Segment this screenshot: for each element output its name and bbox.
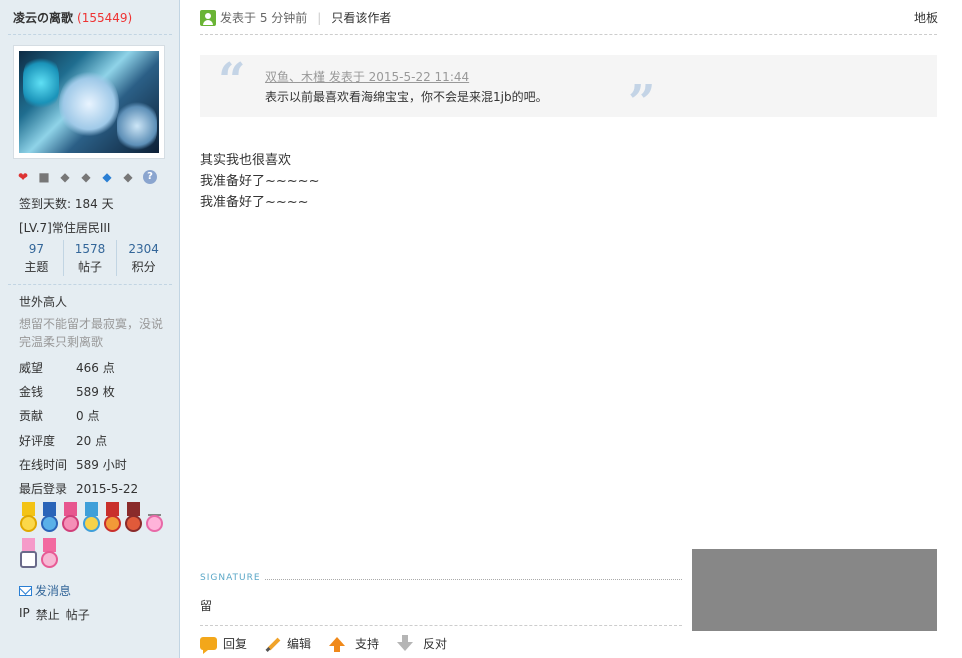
sidebar-divider — [8, 34, 172, 35]
content-line: 我准备好了~~~~~ — [200, 174, 320, 189]
online-user-icon — [200, 9, 216, 26]
medal-icon[interactable] — [145, 502, 164, 536]
medal-icon[interactable] — [61, 502, 80, 536]
user-level[interactable]: [LV.7]常住居民III — [19, 219, 110, 236]
user-info-table: 威望 466 点 金钱 589 枚 贡献 0 点 好评度 20 点 在线时间 589 小时… — [19, 355, 138, 501]
info-row: 好评度 20 点 — [19, 433, 108, 448]
post-time: 发表于 5 分钟前 — [220, 11, 308, 25]
signature-label: SIGNATURE — [200, 573, 261, 583]
stat-threads[interactable]: 97 主题 — [10, 240, 64, 276]
blue-badge-icon[interactable]: ◆ — [99, 170, 115, 184]
mail-icon — [19, 585, 32, 596]
medal-icon[interactable] — [40, 538, 59, 572]
pencil-icon — [265, 636, 281, 652]
edit-button[interactable]: 编辑 — [265, 635, 311, 652]
arrow-down-icon — [397, 635, 414, 651]
arrow-up-icon — [329, 636, 346, 652]
avatar-frame[interactable] — [13, 45, 165, 159]
send-message-link[interactable]: 发消息 — [19, 582, 71, 599]
content-line: 其实我也很喜欢 — [200, 153, 292, 168]
post-actions: 回复 编辑 支持 反对 — [200, 635, 465, 654]
diamond-badge-icon[interactable]: ◆ — [57, 170, 73, 184]
quote-text: 表示以前最喜欢看海绵宝宝，你不会是来混1jb的吧。 — [265, 90, 548, 104]
oppose-button[interactable]: 反对 — [397, 635, 447, 652]
ad-placeholder — [692, 549, 937, 631]
author-only-link[interactable]: 只看该作者 — [331, 9, 391, 26]
header-divider — [200, 34, 937, 35]
help-icon[interactable]: ? — [143, 170, 157, 184]
info-row: 最后登录 2015-5-22 — [19, 481, 139, 497]
user-uid: (155449) — [77, 11, 133, 25]
open-quote-icon: “ — [218, 53, 246, 109]
diamond-badge-icon[interactable]: ◆ — [78, 170, 94, 184]
post-main: 发表于 5 分钟前 | 只看该作者 地板 “ 双鱼、木槿 发表于 2015-5-… — [181, 0, 962, 658]
medal-icon[interactable] — [82, 502, 101, 536]
info-row: 金钱 589 枚 — [19, 384, 115, 399]
content-line: 我准备好了~~~~ — [200, 195, 309, 210]
user-title: 世外高人 — [19, 295, 68, 309]
close-quote-icon: ” — [628, 75, 656, 131]
medal-icon[interactable] — [124, 502, 143, 536]
medal-row — [19, 502, 169, 572]
stat-points[interactable]: 2304 积分 — [117, 240, 170, 276]
signature-text: 留 — [200, 599, 213, 613]
user-motto: 想留不能留才最寂寞，没说完温柔只剩离歌 — [19, 317, 164, 349]
user-stats: 97 主题 1578 帖子 2304 积分 — [10, 240, 170, 276]
info-row: 贡献 0 点 — [19, 409, 100, 424]
header-separator: | — [317, 10, 322, 25]
quote-block: “ 双鱼、木槿 发表于 2015-5-22 11:44 表示以前最喜欢看海绵宝宝… — [200, 53, 937, 127]
badge-row: ❤ ■ ◆ ◆ ◆ ◆ ? — [15, 170, 157, 184]
footer-divider — [200, 625, 682, 626]
heart-badge-icon[interactable]: ❤ — [15, 170, 31, 184]
info-row: 威望 466 点 — [19, 360, 115, 375]
medal-icon[interactable] — [19, 538, 38, 572]
avatar[interactable] — [19, 51, 159, 153]
checkin-days: 签到天数: 184 天 — [19, 197, 114, 211]
post-header: 发表于 5 分钟前 | 只看该作者 — [200, 9, 391, 26]
info-row: 在线时间 589 小时 — [19, 457, 127, 472]
post-content: 其实我也很喜欢 我准备好了~~~~~ 我准备好了~~~~ — [200, 150, 319, 213]
stat-posts[interactable]: 1578 帖子 — [64, 240, 118, 276]
medal-icon[interactable] — [19, 502, 38, 536]
diamond-badge-icon[interactable]: ◆ — [120, 170, 136, 184]
medal-icon[interactable] — [103, 502, 122, 536]
speech-bubble-icon — [200, 637, 217, 654]
username[interactable]: 凌云の离歌 (155449) — [13, 9, 132, 26]
signature-rule — [265, 579, 682, 580]
quote-meta-link[interactable]: 双鱼、木槿 发表于 2015-5-22 11:44 — [265, 68, 469, 85]
ip-link[interactable]: IP — [19, 606, 30, 623]
support-button[interactable]: 支持 — [329, 635, 379, 652]
admin-links: IP 禁止 帖子 — [19, 606, 90, 623]
posts-link[interactable]: 帖子 — [66, 606, 90, 623]
floor-label[interactable]: 地板 — [914, 9, 938, 26]
dark-badge-icon[interactable]: ■ — [36, 170, 52, 184]
reply-button[interactable]: 回复 — [200, 635, 247, 654]
ban-link[interactable]: 禁止 — [36, 606, 60, 623]
sidebar-divider — [8, 284, 172, 285]
user-sidebar: 凌云の离歌 (155449) ❤ ■ ◆ ◆ ◆ ◆ ? 签到天数: 184 天 … — [0, 0, 180, 658]
medal-icon[interactable] — [40, 502, 59, 536]
